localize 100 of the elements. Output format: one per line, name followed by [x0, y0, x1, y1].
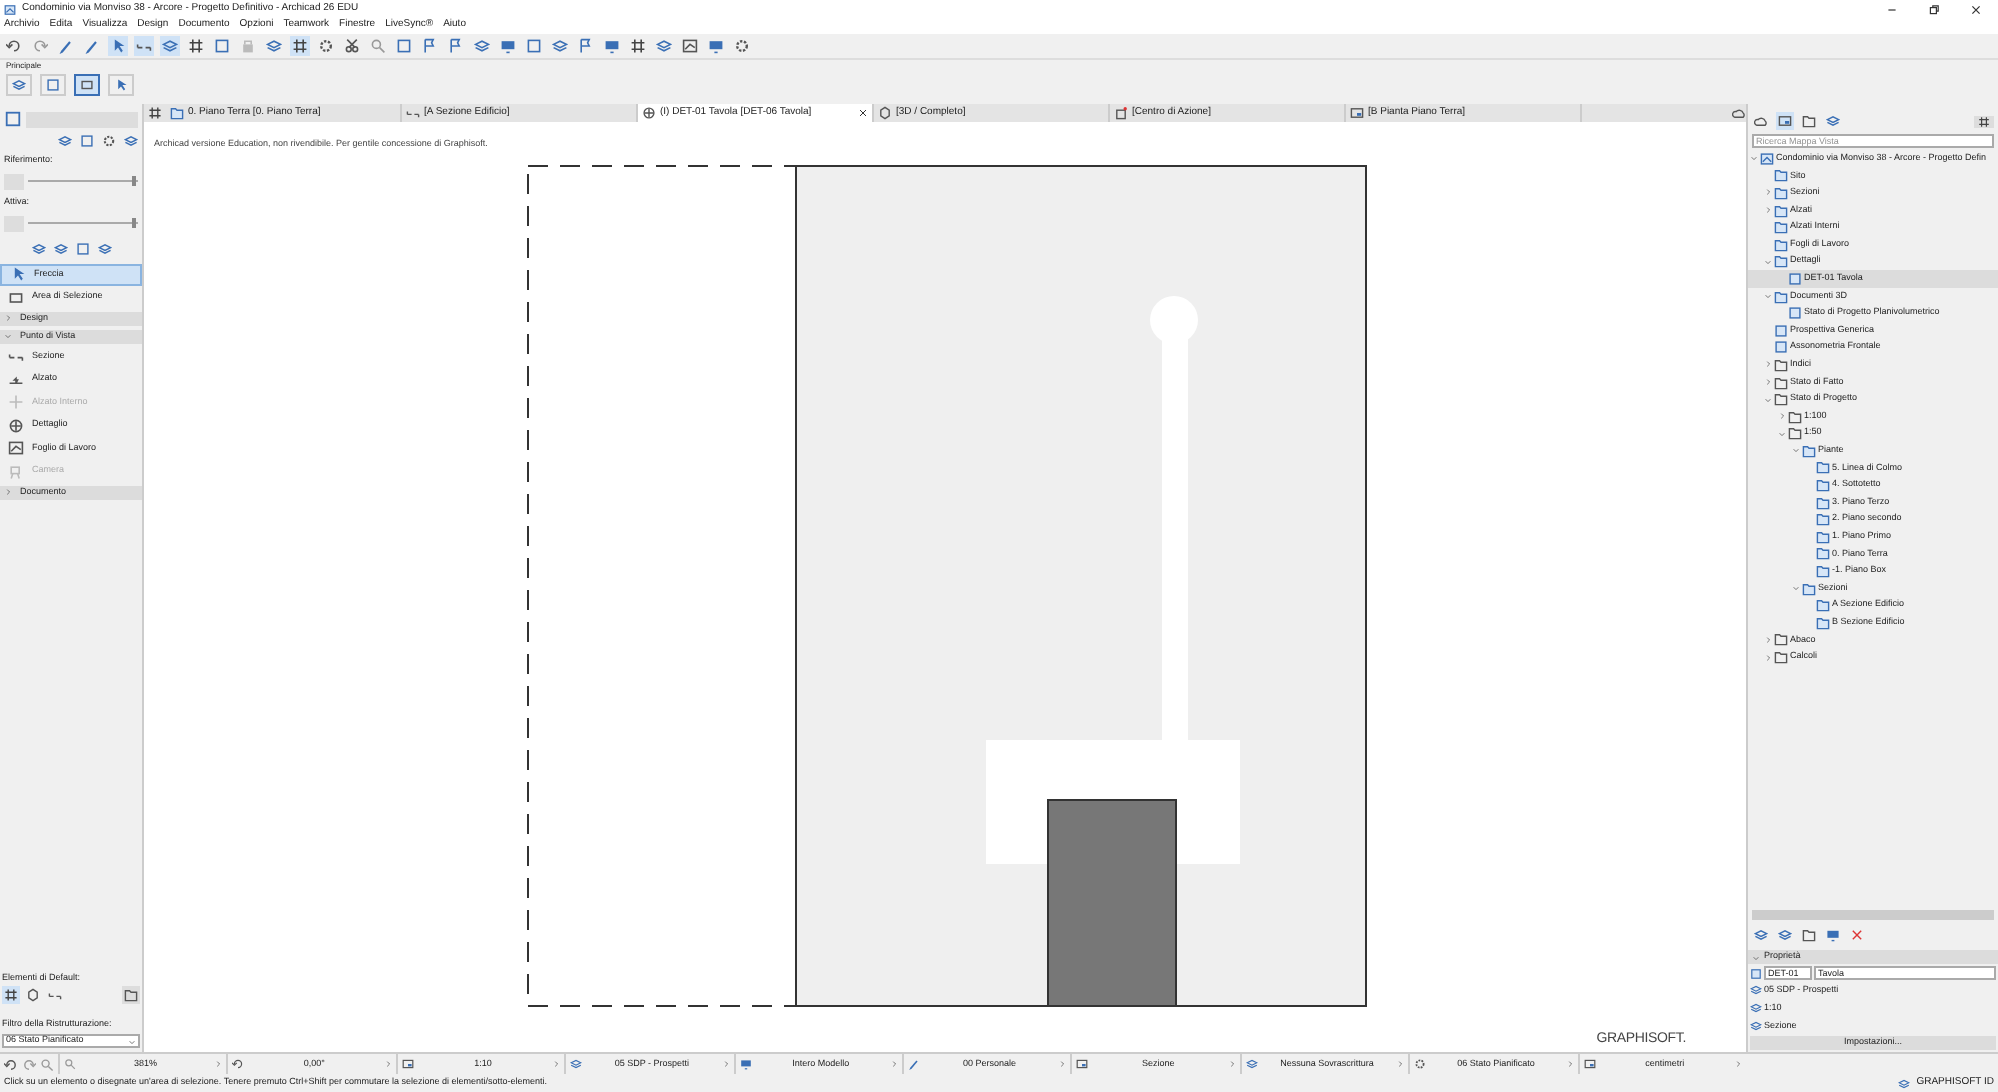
section-line-icon [48, 988, 62, 1003]
layers-icon[interactable] [124, 134, 138, 148]
toolbar-button[interactable] [82, 36, 102, 56]
chevron-icon [1752, 953, 1760, 961]
toolbar-button[interactable] [498, 36, 518, 56]
detail-circle-icon [8, 417, 24, 434]
square-icon [214, 38, 230, 54]
slider-thumb[interactable] [132, 218, 137, 228]
toolbar-button[interactable] [122, 986, 140, 1005]
grid-icon[interactable] [148, 106, 162, 120]
undo-icon [6, 38, 22, 54]
toolbar-button[interactable] [1824, 112, 1842, 130]
toolbar-button[interactable] [1776, 926, 1794, 944]
toolbar-button[interactable] [706, 36, 726, 56]
layers-icon[interactable] [1898, 1077, 1911, 1089]
view-icon [1750, 967, 1762, 979]
slider-thumb[interactable] [132, 176, 137, 187]
toolbar-button[interactable] [602, 36, 622, 56]
square-icon [396, 38, 412, 54]
layers-icon [656, 38, 672, 54]
toolbar-button[interactable] [1752, 926, 1770, 944]
toolbar-button[interactable] [316, 36, 336, 56]
toolbar-button[interactable] [732, 36, 752, 56]
toolbar-button[interactable] [342, 36, 362, 56]
toolbar-button[interactable] [4, 36, 24, 56]
toolbar-button[interactable] [264, 36, 284, 56]
pointer-arrow-icon [10, 266, 26, 283]
layers-icon [552, 38, 568, 54]
toolbar-button[interactable] [472, 36, 492, 56]
layers-icon[interactable] [31, 241, 45, 255]
toolbar-button[interactable] [1824, 926, 1842, 944]
square-icon[interactable] [80, 134, 94, 148]
monitor-icon [708, 38, 724, 54]
project-icon [4, 3, 16, 15]
worksheet-icon [682, 38, 698, 54]
layers-icon[interactable] [97, 241, 111, 255]
cube-icon [878, 106, 892, 120]
toolbar-button[interactable] [394, 36, 414, 56]
toolbar-button[interactable] [160, 36, 180, 56]
toolbar-button[interactable] [420, 36, 440, 56]
magnifier-icon[interactable] [40, 1057, 54, 1071]
square-icon[interactable] [75, 241, 89, 255]
pointer-arrow-icon [110, 38, 126, 54]
undo-icon[interactable] [4, 1057, 18, 1071]
layers-icon [1826, 114, 1840, 128]
chevron-icon [128, 1037, 136, 1045]
layout-sheet-icon [1076, 1058, 1089, 1070]
toolbar-button[interactable] [24, 986, 42, 1005]
folder-icon [124, 988, 138, 1003]
toolbar-button[interactable] [212, 36, 232, 56]
monitor-icon [739, 1058, 752, 1070]
layers-icon [474, 38, 490, 54]
restore-icon [1928, 3, 1940, 15]
view-icon [1788, 271, 1802, 286]
chevron-icon [4, 332, 12, 340]
layers-icon [1754, 928, 1768, 942]
section-line-icon [8, 348, 24, 365]
worksheet-icon [8, 440, 24, 457]
toolbar-button[interactable] [108, 36, 128, 56]
menu-button[interactable] [1974, 115, 1994, 127]
section-line-icon [136, 38, 152, 54]
scrollbar[interactable] [1752, 910, 1994, 920]
gear-icon[interactable] [102, 134, 116, 148]
grid-icon [188, 38, 204, 54]
folder-icon [1774, 289, 1788, 304]
toolbar-button[interactable] [1752, 112, 1770, 130]
folder-icon [1802, 114, 1816, 128]
delete-icon [1850, 928, 1864, 942]
square-icon[interactable] [4, 110, 22, 128]
toolbar-button[interactable] [550, 36, 570, 56]
toolbar-button[interactable] [654, 36, 674, 56]
monitor-icon [500, 38, 516, 54]
toolbar-button[interactable] [576, 36, 596, 56]
cube-icon [26, 988, 40, 1003]
toolbar-button[interactable] [290, 36, 310, 56]
monitor-icon [604, 38, 620, 54]
close-icon[interactable] [858, 108, 868, 118]
toolbar-button[interactable] [186, 36, 206, 56]
toolbar-button[interactable] [524, 36, 544, 56]
toolbar-button[interactable] [56, 36, 76, 56]
square-icon [526, 38, 542, 54]
detail-circle-icon [642, 106, 656, 120]
toolbar-button[interactable] [680, 36, 700, 56]
toolbar-button[interactable] [74, 73, 100, 95]
toolbar-button[interactable] [1800, 926, 1818, 944]
toolbar-button[interactable] [1800, 112, 1818, 130]
gear-icon [1414, 1058, 1427, 1070]
project-icon [1760, 151, 1774, 166]
magnifier-icon [64, 1058, 76, 1070]
toolbar-button[interactable] [1848, 926, 1866, 944]
layers-icon[interactable] [58, 134, 72, 148]
section-line-icon [406, 106, 420, 120]
toolbar-button[interactable] [2, 986, 20, 1005]
toolbar-button[interactable] [628, 36, 648, 56]
close-icon [1970, 3, 1982, 15]
layers-icon[interactable] [53, 241, 67, 255]
toolbar-button[interactable] [446, 36, 466, 56]
toolbar-button[interactable] [1776, 112, 1794, 130]
toolbar-button[interactable] [134, 36, 154, 56]
layers-icon [12, 77, 26, 91]
